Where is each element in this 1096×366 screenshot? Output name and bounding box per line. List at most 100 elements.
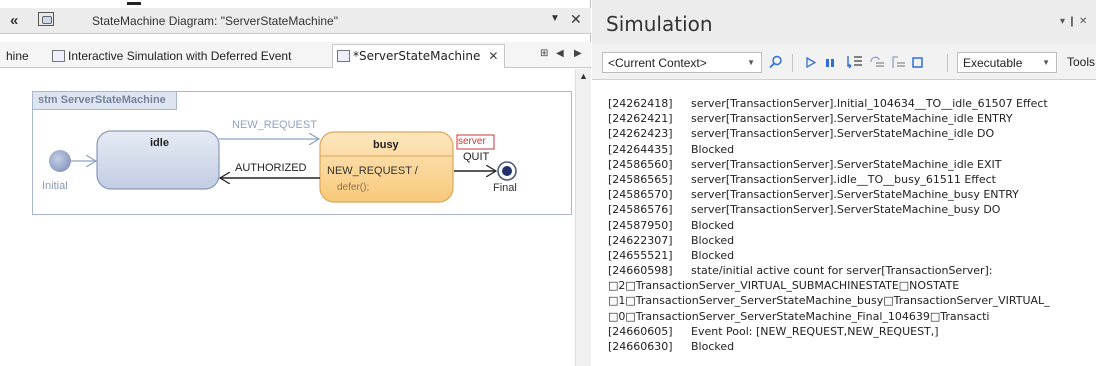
log-row: [24660630] Blocked bbox=[608, 339, 1096, 354]
dropdown-arrow-icon[interactable]: ▼ bbox=[550, 13, 560, 24]
log-message: Blocked bbox=[691, 340, 735, 353]
log-message: server[TransactionServer].ServerStateMac… bbox=[691, 188, 1019, 202]
scroll-up-icon[interactable]: ▲ bbox=[579, 71, 588, 81]
diagram-panel: « StateMachine Diagram: "ServerStateMach… bbox=[0, 0, 591, 366]
log-message: server[TransactionServer].ServerStateMac… bbox=[691, 112, 1013, 126]
log-timestamp: [24622307] bbox=[608, 233, 673, 247]
diagram-canvas[interactable]: stm ServerStateMachine Initial idle NEW_… bbox=[0, 69, 575, 366]
run-icon[interactable] bbox=[806, 57, 816, 68]
log-message: server[TransactionServer].ServerStateMac… bbox=[691, 203, 1001, 217]
chevron-down-icon: ▼ bbox=[1042, 58, 1050, 67]
log-timestamp: [24262421] bbox=[608, 112, 673, 126]
log-row: □1□TransactionServer_ServerStateMachine_… bbox=[608, 293, 1096, 308]
log-timestamp: [24660605] bbox=[608, 324, 673, 338]
step-into-icon[interactable] bbox=[847, 54, 863, 70]
log-message: state/initial active count for server[Tr… bbox=[691, 264, 993, 278]
log-timestamp: [24586576] bbox=[608, 203, 673, 217]
toolbar-separator bbox=[792, 54, 793, 72]
log-timestamp: [24660630] bbox=[608, 340, 673, 353]
log-row: [24586576] server[TransactionServer].Serv… bbox=[608, 202, 1096, 217]
log-timestamp: [24264435] bbox=[608, 142, 673, 156]
execution-mode-value: Executable bbox=[963, 56, 1023, 70]
simulation-toolbar: <Current Context> ▼ Executable ▼ Tools bbox=[592, 44, 1096, 80]
execution-mode-select[interactable]: Executable ▼ bbox=[957, 52, 1057, 73]
toolbar-separator bbox=[947, 54, 948, 72]
log-row: [24622307] Blocked bbox=[608, 233, 1096, 248]
tab-prev-icon[interactable]: ◀ bbox=[556, 48, 564, 59]
state-busy-name: busy bbox=[373, 139, 399, 151]
simulation-title: Simulation bbox=[606, 12, 713, 36]
panel-window-controls-icon[interactable]: ▾ ❙ ✕ bbox=[1060, 16, 1087, 27]
log-row: [24262421] server[TransactionServer].Serv… bbox=[608, 111, 1096, 126]
log-timestamp: [24660598] bbox=[608, 264, 673, 278]
app-window: « StateMachine Diagram: "ServerStateMach… bbox=[0, 0, 1096, 366]
log-timestamp: [24586565] bbox=[608, 172, 673, 186]
tab-machine[interactable]: hine bbox=[6, 45, 29, 67]
diagram-titlebar: « StateMachine Diagram: "ServerStateMach… bbox=[0, 2, 591, 34]
log-row: [24587950] Blocked bbox=[608, 218, 1096, 233]
diagram-icon bbox=[38, 12, 54, 26]
log-message: □1□TransactionServer_ServerStateMachine_… bbox=[608, 294, 1050, 308]
log-message: server[TransactionServer].Initial_104634… bbox=[691, 97, 1048, 110]
tab-server-state-machine[interactable]: *ServerStateMachine ✕ bbox=[332, 44, 506, 68]
diagram-tabs: hine Interactive Simulation with Deferre… bbox=[0, 42, 591, 68]
busy-internal-trigger: NEW_REQUEST / bbox=[327, 165, 418, 177]
close-icon[interactable]: ✕ bbox=[570, 11, 582, 28]
stop-icon[interactable] bbox=[912, 57, 923, 68]
final-label: Final bbox=[493, 182, 517, 194]
step-over-icon[interactable] bbox=[869, 54, 885, 70]
tab-close-icon[interactable]: ✕ bbox=[488, 49, 498, 63]
log-message: □0□TransactionServer_ServerStateMachine_… bbox=[608, 309, 990, 323]
log-timestamp: [24655521] bbox=[608, 248, 673, 262]
log-message: server[TransactionServer].ServerStateMac… bbox=[691, 157, 1002, 171]
search-icon[interactable] bbox=[769, 55, 783, 69]
initial-node[interactable] bbox=[49, 150, 71, 172]
log-row: [24660605] Event Pool: [NEW_REQUEST,NEW_R… bbox=[608, 324, 1096, 339]
step-out-icon[interactable] bbox=[890, 54, 906, 70]
log-message: Blocked bbox=[691, 218, 735, 232]
log-row: □0□TransactionServer_ServerStateMachine_… bbox=[608, 309, 1096, 324]
pause-icon[interactable] bbox=[825, 58, 835, 68]
transition-authorized-label: AUTHORIZED bbox=[235, 162, 307, 174]
state-idle-name: idle bbox=[150, 137, 169, 149]
partition-label: server bbox=[458, 136, 486, 147]
tab-label: hine bbox=[6, 49, 29, 63]
context-select[interactable]: <Current Context> ▼ bbox=[602, 52, 762, 73]
log-row: [24586560] server[TransactionServer].Serv… bbox=[608, 157, 1096, 172]
log-row: □2□TransactionServer_VIRTUAL_SUBMACHINES… bbox=[608, 278, 1096, 293]
log-row: [24264435] Blocked bbox=[608, 142, 1096, 157]
tab-label: *ServerStateMachine bbox=[353, 49, 481, 63]
tools-menu-button[interactable]: Tools bbox=[1067, 55, 1095, 69]
log-message: server[TransactionServer].ServerStateMac… bbox=[691, 127, 995, 141]
log-row: [24262418] server[TransactionServer].Init… bbox=[608, 96, 1096, 111]
log-row: [24586570] server[TransactionServer].Serv… bbox=[608, 187, 1096, 202]
tab-list-icon[interactable]: ⊞ bbox=[540, 48, 548, 59]
collapse-chevron-icon[interactable]: « bbox=[10, 12, 18, 29]
log-row: [24586565] server[TransactionServer].idle… bbox=[608, 172, 1096, 187]
log-message: Blocked bbox=[691, 142, 735, 156]
diagram-vertical-scrollbar[interactable]: ▲ bbox=[575, 69, 591, 366]
transition-quit-label: QUIT bbox=[463, 151, 490, 163]
log-timestamp: [24586560] bbox=[608, 157, 673, 171]
state-machine-tab-icon bbox=[337, 50, 350, 62]
cursor-underline bbox=[127, 2, 141, 5]
diagram-tab-icon bbox=[52, 50, 65, 62]
log-row: [24655521] Blocked bbox=[608, 248, 1096, 263]
initial-label: Initial bbox=[42, 180, 68, 192]
simulation-panel: Simulation ▾ ❙ ✕ <Current Context> ▼ Exe… bbox=[592, 0, 1096, 366]
log-row: [24262423] server[TransactionServer].Serv… bbox=[608, 126, 1096, 141]
log-message: Event Pool: [NEW_REQUEST,NEW_REQUEST,] bbox=[691, 324, 939, 338]
simulation-header: Simulation ▾ ❙ ✕ bbox=[592, 0, 1096, 44]
diagram-window-title: StateMachine Diagram: "ServerStateMachin… bbox=[92, 14, 338, 28]
chevron-down-icon: ▼ bbox=[747, 58, 755, 67]
tab-next-icon[interactable]: ▶ bbox=[574, 48, 582, 59]
transition-new-request-label: NEW_REQUEST bbox=[232, 119, 317, 131]
tab-interactive-simulation[interactable]: Interactive Simulation with Deferred Eve… bbox=[52, 45, 291, 67]
simulation-log[interactable]: [24262418] server[TransactionServer].Init… bbox=[608, 96, 1096, 366]
log-message: □2□TransactionServer_VIRTUAL_SUBMACHINES… bbox=[608, 279, 960, 293]
log-message: Blocked bbox=[691, 248, 735, 262]
context-select-value: <Current Context> bbox=[608, 56, 707, 70]
tab-label: Interactive Simulation with Deferred Eve… bbox=[68, 49, 292, 63]
log-timestamp: [24586570] bbox=[608, 188, 673, 202]
log-timestamp: [24262423] bbox=[608, 127, 673, 141]
